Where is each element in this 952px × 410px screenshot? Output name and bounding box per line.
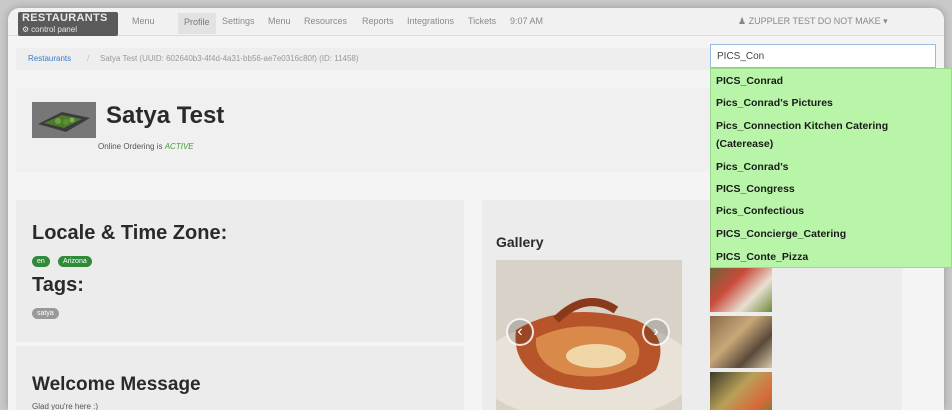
timezone-badge: Arizona [58,256,92,267]
locale-heading: Locale & Time Zone: [32,222,228,244]
welcome-heading: Welcome Message [32,374,201,395]
nav-tickets[interactable]: Tickets [468,16,496,26]
locale-panel: Locale & Time Zone: en Arizona Tags: sat… [16,200,464,342]
suggestion-item[interactable]: PICS_Conte_Pizza [716,249,808,265]
locale-badge: en [32,256,50,267]
nav-settings[interactable]: Settings [222,16,255,26]
breadcrumb-current: Satya Test (UUID: 602640b3-4f4d-4a31-bb5… [100,54,359,63]
user-menu[interactable]: ♟ ZUPPLER TEST DO NOT MAKE ▾ [738,16,888,27]
chevron-right-icon: › [653,323,659,340]
user-icon: ♟ [738,16,747,26]
nav-menu[interactable]: Menu [132,16,155,26]
top-navbar: RESTAURANTS ⚙ control panel Menu Profile … [8,8,944,36]
brand-title: RESTAURANTS [22,12,108,24]
search-suggestions-dropdown: PICS_Conrad Pics_Conrad's Pictures Pics_… [710,68,952,268]
gallery-thumb[interactable] [710,316,772,368]
restaurant-search-input[interactable] [710,44,936,68]
nav-profile[interactable]: Profile [178,13,216,34]
gallery-heading: Gallery [496,234,544,250]
suggestion-item[interactable]: Pics_Confectious [716,203,804,219]
breadcrumb-restaurants-link[interactable]: Restaurants [28,54,71,63]
tag-badge: satya [32,308,59,319]
welcome-panel: Welcome Message Glad you're here :) [16,346,464,410]
tags-heading: Tags: [32,274,84,296]
user-name: ZUPPLER TEST DO NOT MAKE [748,16,881,26]
suggestion-item[interactable]: PICS_Congress [716,181,795,197]
chevron-left-icon: ‹ [517,323,523,340]
nav-reports[interactable]: Reports [362,16,394,26]
restaurant-thumbnail [32,102,96,138]
nav-time: 9:07 AM [510,16,544,26]
ordering-status: Online Ordering is ACTIVE [98,142,194,151]
brand-subtitle: control panel [31,25,77,34]
ordering-active-label: ACTIVE [164,142,194,151]
suggestion-item[interactable]: PICS_Conrad [716,73,783,89]
carousel-prev-button[interactable]: ‹ [506,318,534,346]
brand-logo[interactable]: RESTAURANTS ⚙ control panel [18,12,118,36]
caret-down-icon: ▾ [883,16,888,26]
gallery-thumb[interactable] [710,372,772,410]
suggestion-item[interactable]: Pics_Connection Kitchen Catering [716,118,888,134]
nav-resources[interactable]: Resources [304,16,347,26]
nav-integrations[interactable]: Integrations [407,16,454,26]
suggestion-item-continued[interactable]: (Caterease) [716,136,773,152]
suggestion-item[interactable]: Pics_Conrad's Pictures [716,95,833,111]
nav-menu-2[interactable]: Menu [268,16,291,26]
gear-icon: ⚙ [22,25,30,34]
gallery-thumbnails [710,260,772,410]
welcome-text: Glad you're here :) [32,402,99,410]
carousel-next-button[interactable]: › [642,318,670,346]
restaurant-name: Satya Test [106,102,225,129]
suggestion-item[interactable]: Pics_Conrad's [716,159,789,175]
breadcrumb-separator: / [87,54,90,63]
suggestion-item[interactable]: PICS_Concierge_Catering [716,226,846,242]
